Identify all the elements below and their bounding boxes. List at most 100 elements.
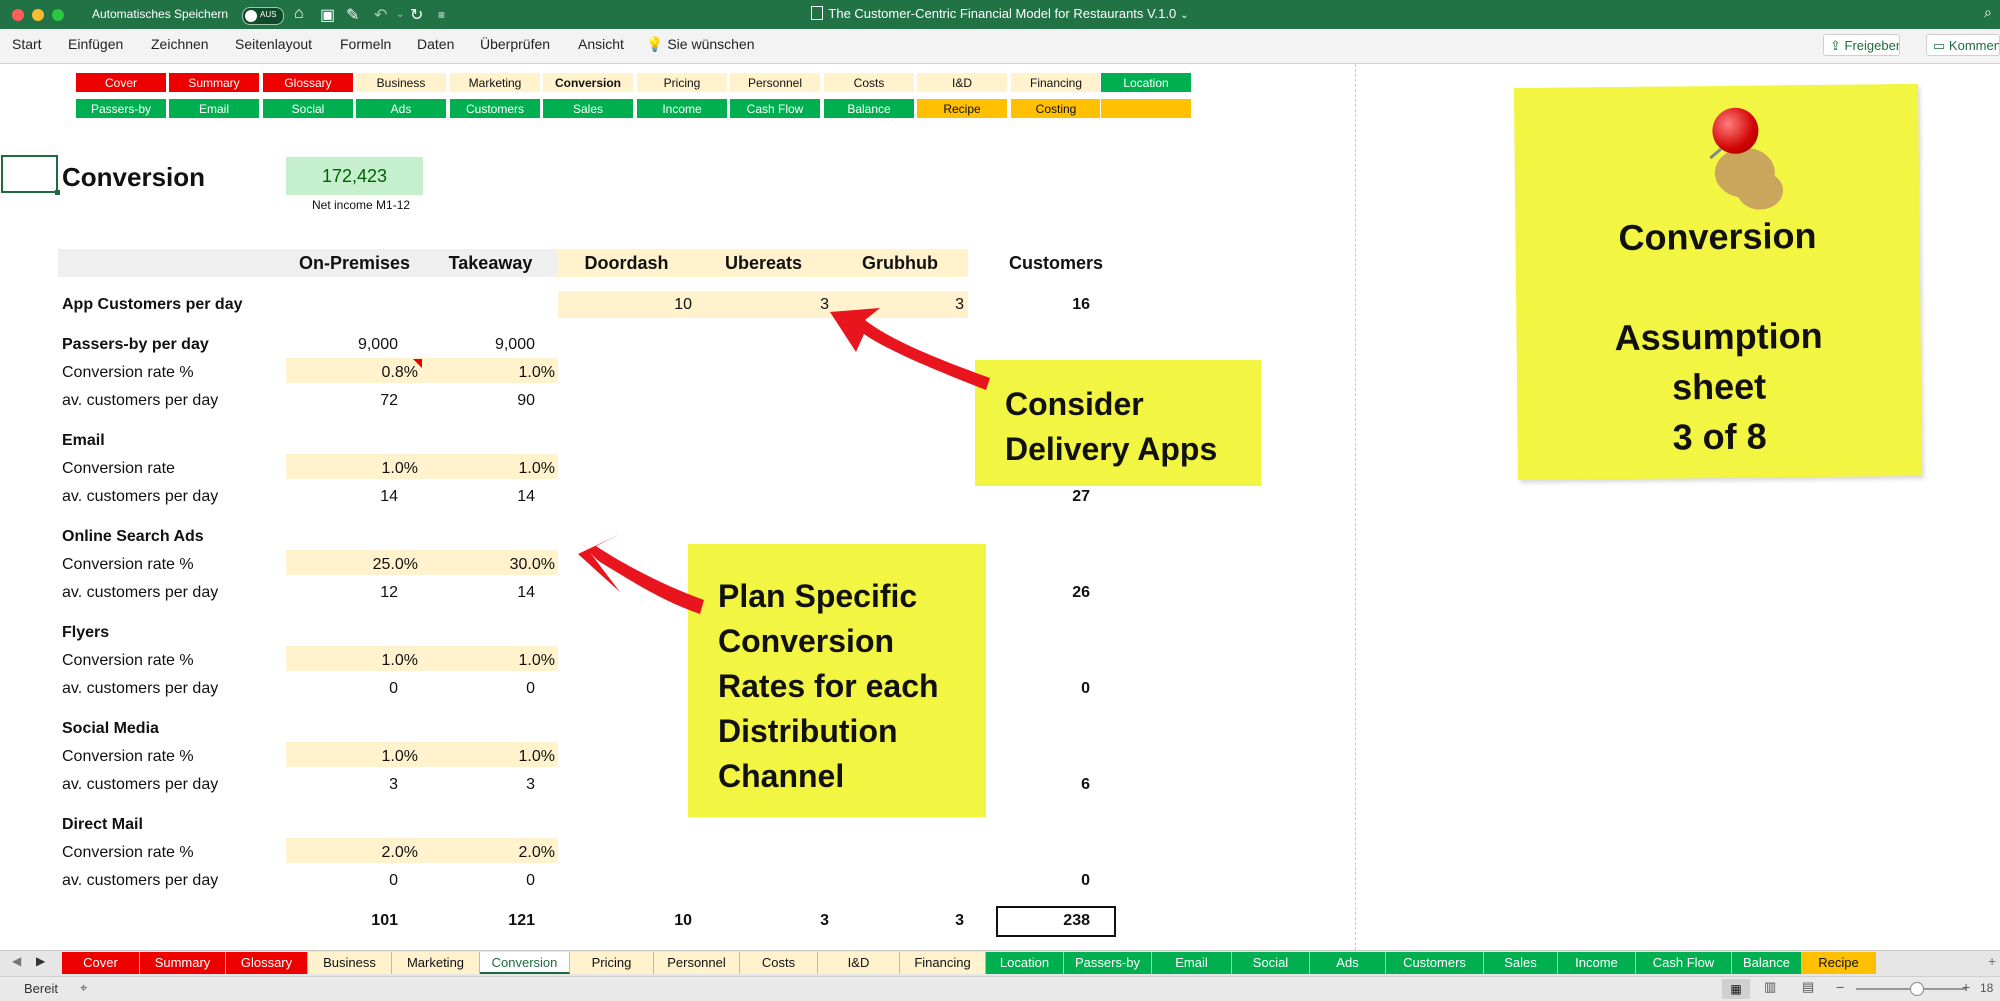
nav-button-marketing[interactable]: Marketing: [449, 72, 541, 93]
sheet-tab-sales[interactable]: Sales: [1484, 952, 1558, 974]
sheet-tab-customers[interactable]: Customers: [1386, 952, 1484, 974]
menu-start[interactable]: Start: [12, 36, 42, 52]
menu-zeichnen[interactable]: Zeichnen: [151, 36, 209, 52]
add-sheet-icon[interactable]: +: [1988, 953, 1996, 969]
page-break-view-icon[interactable]: ▤: [1802, 979, 1814, 995]
ribbon-menu-bar: Start Einfügen Zeichnen Seitenlayout For…: [0, 29, 2000, 64]
comments-button[interactable]: ▭ Kommentare: [1926, 34, 2000, 56]
nav-button-summary[interactable]: Summary: [168, 72, 260, 93]
sheet-tab-business[interactable]: Business: [308, 952, 392, 974]
menu-seitenlayout[interactable]: Seitenlayout: [235, 36, 312, 52]
conversion-rate-on-premises[interactable]: 1.0%: [286, 460, 418, 478]
conversion-rate-takeaway[interactable]: 1.0%: [423, 652, 555, 670]
fill-handle[interactable]: [55, 190, 60, 195]
conversion-rate-on-premises[interactable]: 2.0%: [286, 844, 418, 862]
nav-button-costing[interactable]: Costing: [1010, 98, 1102, 119]
avg-customers-on-premises: 12: [380, 584, 398, 601]
sheet-tab-ads[interactable]: Ads: [1310, 952, 1386, 974]
macro-record-icon[interactable]: ⌖: [80, 980, 87, 996]
nav-button-cash-flow[interactable]: Cash Flow: [729, 98, 821, 119]
tell-me-label: Sie wünschen: [667, 36, 755, 52]
tell-me-search[interactable]: 💡 Sie wünschen: [646, 36, 755, 53]
sheet-tab-marketing[interactable]: Marketing: [392, 952, 480, 974]
sheet-tab-email[interactable]: Email: [1152, 952, 1232, 974]
menu-ueberpruefen[interactable]: Überprüfen: [480, 36, 550, 52]
nav-button-blank-row2[interactable]: [1100, 98, 1192, 119]
sheet-tab-i-d[interactable]: I&D: [818, 952, 900, 974]
conversion-rate-label: Conversion rate %: [62, 652, 194, 669]
nav-button-balance[interactable]: Balance: [823, 98, 915, 119]
sheet-tab-income[interactable]: Income: [1558, 952, 1636, 974]
sheet-tab-conversion[interactable]: Conversion: [480, 952, 570, 974]
sheet-tab-balance[interactable]: Balance: [1732, 952, 1802, 974]
nav-button-customers[interactable]: Customers: [449, 98, 541, 119]
conversion-rate-on-premises[interactable]: 1.0%: [286, 652, 418, 670]
normal-view-icon[interactable]: ▦: [1722, 979, 1750, 999]
conversion-rate-on-premises[interactable]: 25.0%: [286, 556, 418, 574]
nav-button-recipe[interactable]: Recipe: [916, 98, 1008, 119]
share-icon: ⇪: [1830, 38, 1841, 53]
title-bar: Automatisches Speichern AUS ⌂ ▣ ✎ ↶ ⌄ ↻ …: [0, 0, 2000, 29]
conversion-rate-takeaway[interactable]: 30.0%: [423, 556, 555, 574]
share-button[interactable]: ⇪ Freigeben: [1823, 34, 1900, 56]
nav-button-pricing[interactable]: Pricing: [636, 72, 728, 93]
lightbulb-icon: 💡: [646, 36, 664, 52]
conversion-rate-takeaway[interactable]: 1.0%: [423, 748, 555, 766]
nav-button-ads[interactable]: Ads: [355, 98, 447, 119]
sheet-tab-summary[interactable]: Summary: [140, 952, 226, 974]
zoom-slider-thumb[interactable]: [1910, 982, 1924, 996]
scroll-tabs-left-icon[interactable]: ◀: [12, 954, 21, 968]
sheet-tab-location[interactable]: Location: [986, 952, 1064, 974]
sheet-tab-financing[interactable]: Financing: [900, 952, 986, 974]
avg-customers-takeaway: 0: [526, 872, 535, 889]
menu-einfuegen[interactable]: Einfügen: [68, 36, 123, 52]
sheet-tab-cash-flow[interactable]: Cash Flow: [1636, 952, 1732, 974]
nav-button-sales[interactable]: Sales: [542, 98, 634, 119]
conversion-rate-takeaway[interactable]: 2.0%: [423, 844, 555, 862]
nav-button-location[interactable]: Location: [1100, 72, 1192, 93]
nav-button-passers-by[interactable]: Passers-by: [75, 98, 167, 119]
nav-button-glossary[interactable]: Glossary: [262, 72, 354, 93]
nav-button-personnel[interactable]: Personnel: [729, 72, 821, 93]
conversion-rate-label: Conversion rate %: [62, 748, 194, 765]
nav-button-costs[interactable]: Costs: [823, 72, 915, 93]
conversion-rate-takeaway[interactable]: 1.0%: [423, 364, 555, 382]
passers-by-takeaway[interactable]: 9,000: [423, 336, 535, 354]
zoom-level[interactable]: 18: [1980, 981, 1993, 995]
passers-by-on-premises[interactable]: 9,000: [286, 336, 398, 354]
nav-button-cover[interactable]: Cover: [75, 72, 167, 93]
nav-button-conversion[interactable]: Conversion: [542, 72, 634, 93]
menu-formeln[interactable]: Formeln: [340, 36, 391, 52]
nav-button-income[interactable]: Income: [636, 98, 728, 119]
avg-customers-label: av. customers per day: [62, 872, 219, 889]
nav-button-i-d[interactable]: I&D: [916, 72, 1008, 93]
menu-daten[interactable]: Daten: [417, 36, 454, 52]
document-title: The Customer-Centric Financial Model for…: [828, 6, 1177, 21]
zoom-in-icon[interactable]: +: [1962, 979, 1970, 995]
page-layout-view-icon[interactable]: ▥: [1764, 979, 1776, 995]
nav-button-business[interactable]: Business: [355, 72, 447, 93]
arrow-to-conversion-rates: [578, 534, 704, 614]
sheet-tab-passers-by[interactable]: Passers-by: [1064, 952, 1152, 974]
menu-ansicht[interactable]: Ansicht: [578, 36, 624, 52]
sheet-tab-social[interactable]: Social: [1232, 952, 1310, 974]
zoom-out-icon[interactable]: −: [1836, 979, 1844, 995]
sheet-tab-cover[interactable]: Cover: [62, 952, 140, 974]
nav-button-email[interactable]: Email: [168, 98, 260, 119]
nav-button-social[interactable]: Social: [262, 98, 354, 119]
comment-indicator-icon[interactable]: [413, 359, 422, 368]
selected-cell[interactable]: [1, 155, 58, 193]
conversion-rate-on-premises[interactable]: 0.8%: [286, 364, 418, 382]
sheet-tab-costs[interactable]: Costs: [740, 952, 818, 974]
sheet-tab-personnel[interactable]: Personnel: [654, 952, 740, 974]
sheet-tab-pricing[interactable]: Pricing: [570, 952, 654, 974]
search-icon[interactable]: ⌕: [1984, 4, 1992, 21]
sheet-tab-glossary[interactable]: Glossary: [226, 952, 308, 974]
scroll-tabs-right-icon[interactable]: ▶: [36, 954, 45, 968]
conversion-rate-on-premises[interactable]: 1.0%: [286, 748, 418, 766]
chevron-down-icon[interactable]: ⌄: [1180, 10, 1188, 21]
net-income-value[interactable]: 172,423: [286, 157, 423, 195]
nav-button-financing[interactable]: Financing: [1010, 72, 1102, 93]
sheet-tab-recipe[interactable]: Recipe: [1802, 952, 1876, 974]
conversion-rate-takeaway[interactable]: 1.0%: [423, 460, 555, 478]
